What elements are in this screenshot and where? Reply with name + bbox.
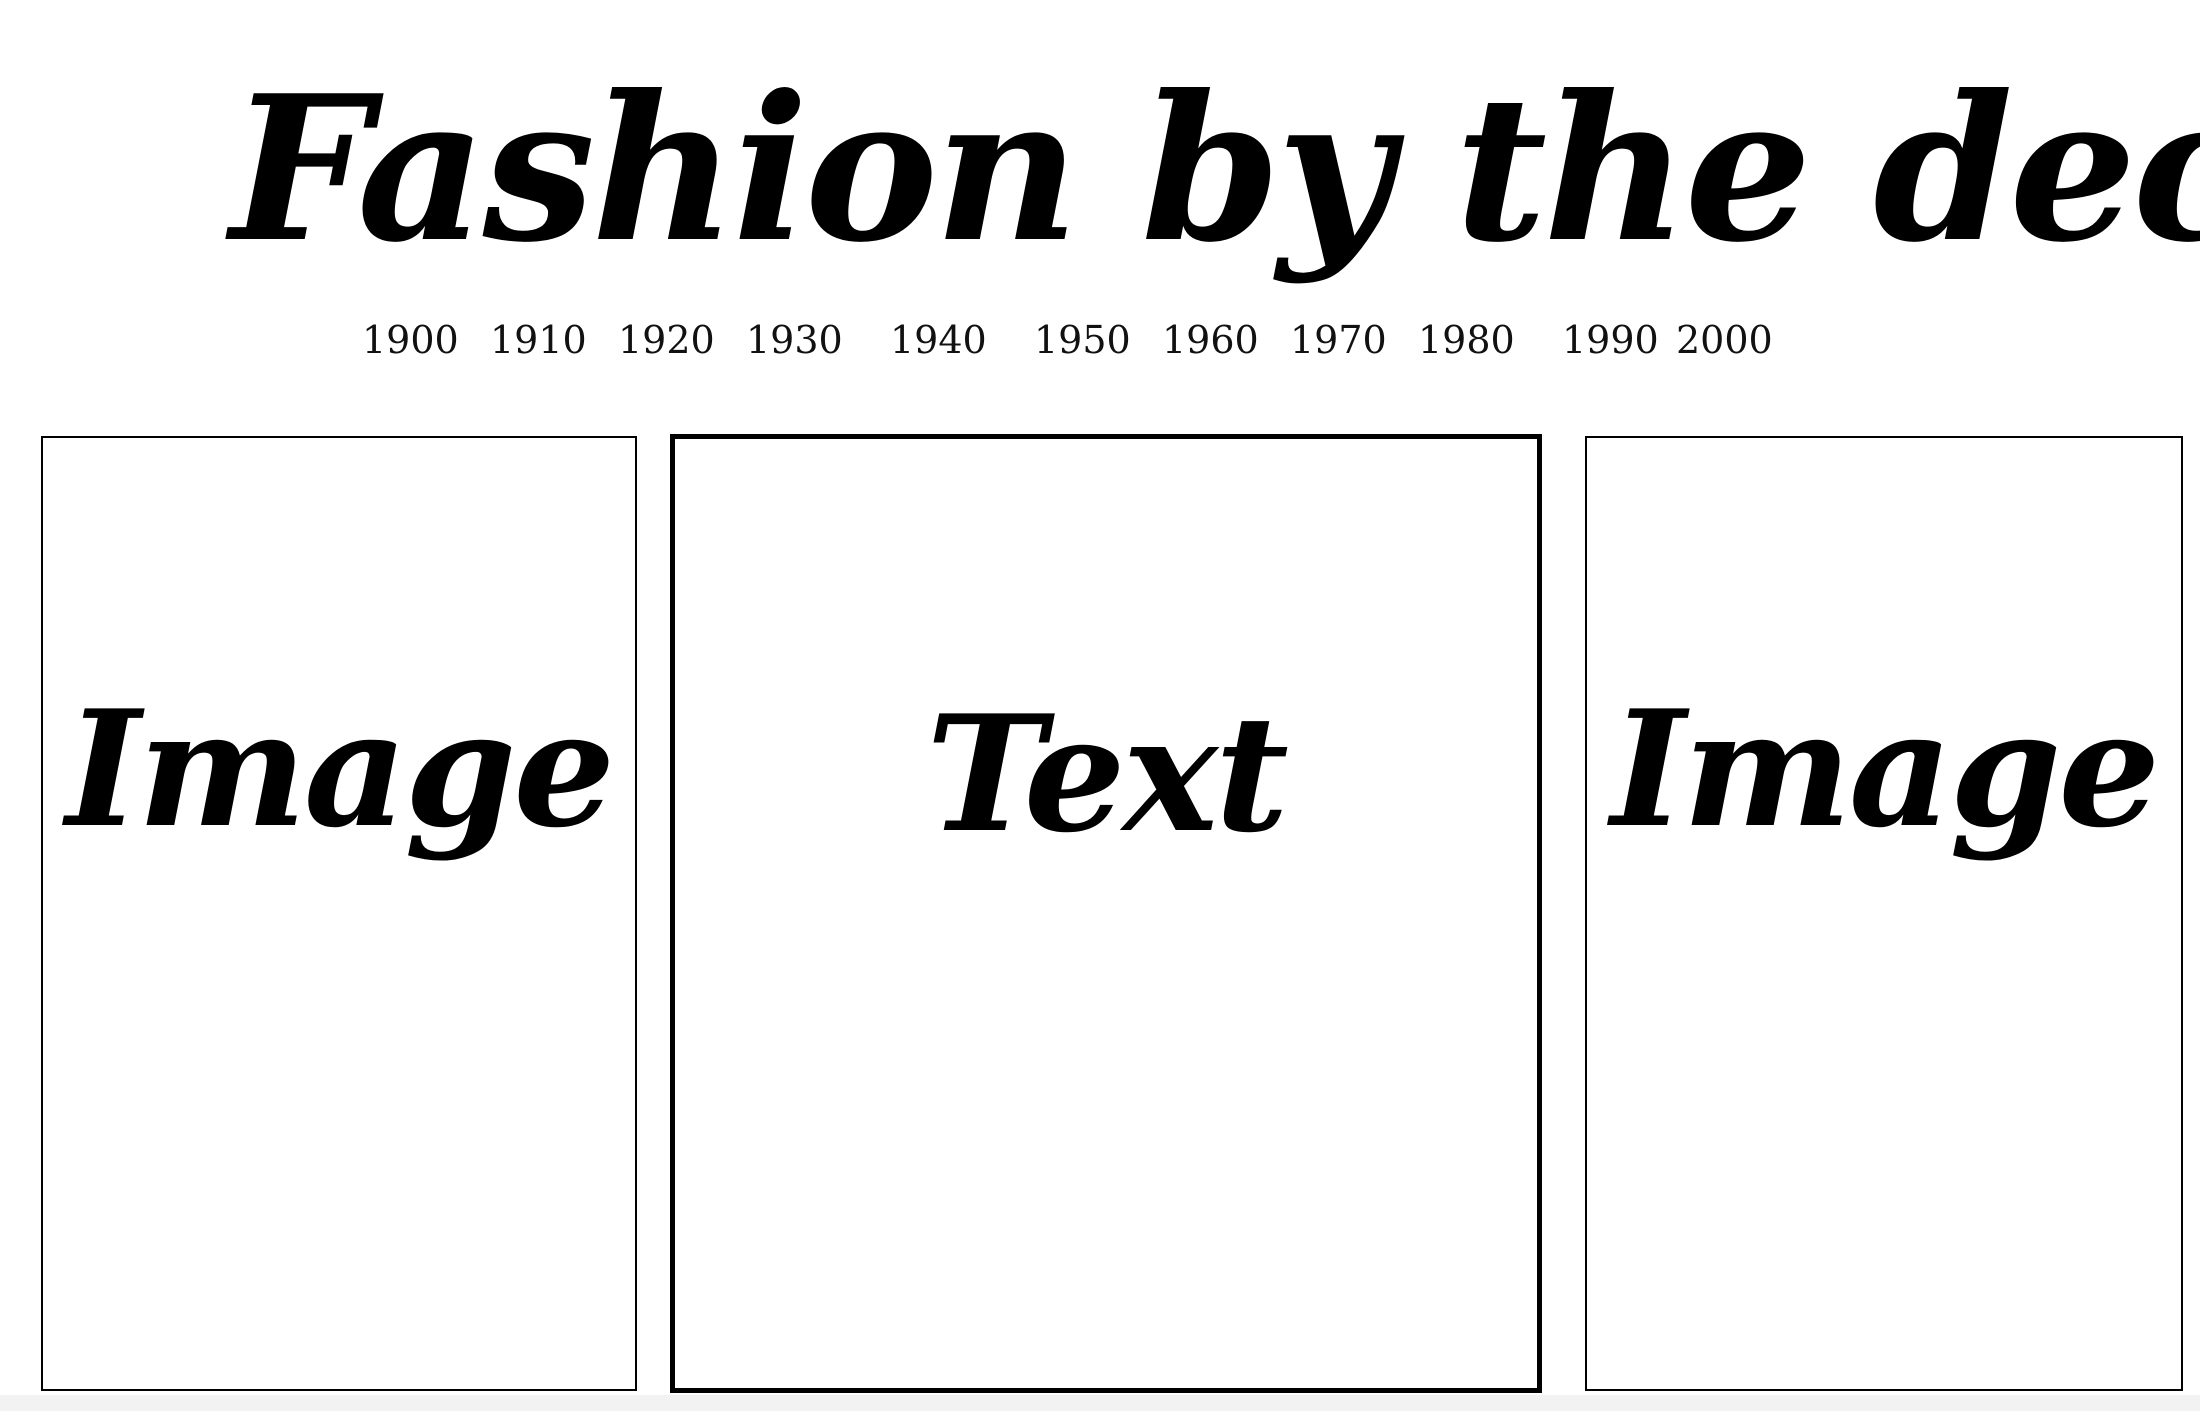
image-panel-left: Image [41, 436, 637, 1391]
decade-link-1970[interactable]: 1970 [1290, 310, 1387, 370]
decade-link-2000[interactable]: 2000 [1676, 310, 1773, 370]
decade-link-1910[interactable]: 1910 [490, 310, 587, 370]
page-title: Fashion by the decades [230, 52, 2200, 287]
decade-link-1950[interactable]: 1950 [1034, 310, 1131, 370]
decade-link-1920[interactable]: 1920 [618, 310, 715, 370]
page: Fashion by the decades 1900 1910 1920 19… [0, 0, 2200, 1411]
text-placeholder-label: Text [926, 679, 1289, 868]
decade-nav: 1900 1910 1920 1930 1940 1950 1960 1970 … [0, 310, 2200, 370]
decade-link-1930[interactable]: 1930 [746, 310, 843, 370]
image-panel-right: Image [1585, 436, 2183, 1391]
text-panel: Text [670, 434, 1542, 1393]
decade-link-1900[interactable]: 1900 [362, 310, 459, 370]
decade-link-1980[interactable]: 1980 [1418, 310, 1515, 370]
decade-link-1990[interactable]: 1990 [1562, 310, 1659, 370]
bottom-edge [0, 1395, 2200, 1411]
image-placeholder-label: Image [1610, 674, 2160, 863]
decade-link-1960[interactable]: 1960 [1162, 310, 1259, 370]
decade-link-1940[interactable]: 1940 [890, 310, 987, 370]
image-placeholder-label: Image [65, 674, 615, 863]
